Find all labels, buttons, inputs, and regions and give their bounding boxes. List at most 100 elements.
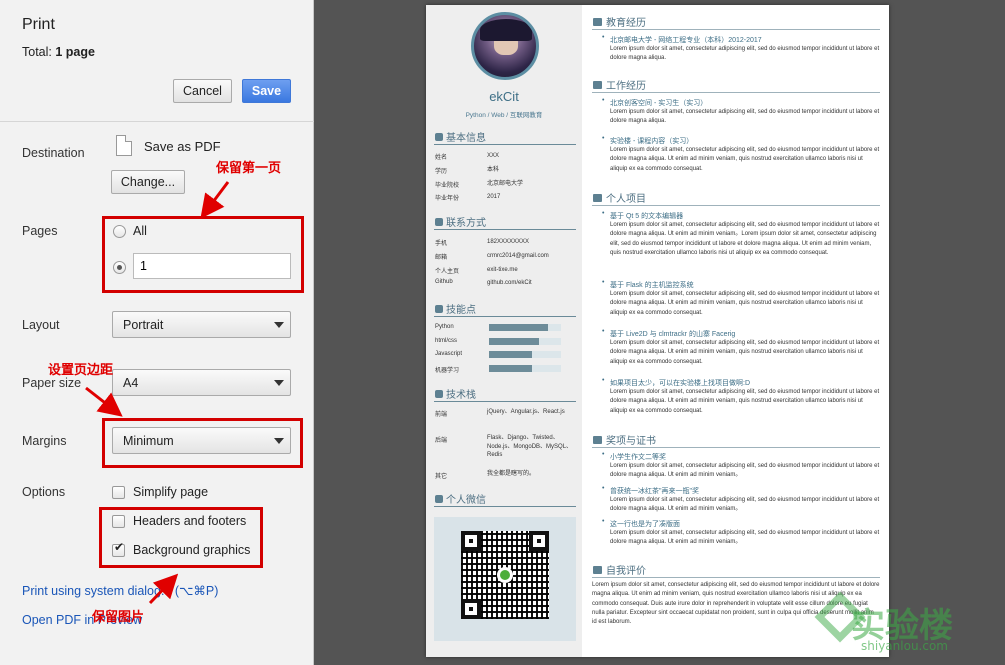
wrench-icon (435, 390, 443, 398)
pages-label: Pages (22, 224, 58, 238)
skill-bar-fill (489, 338, 540, 345)
qr-finder (529, 531, 549, 551)
simplify-page-checkbox[interactable] (112, 486, 125, 499)
tech-stack-heading: 技术栈 (435, 386, 476, 401)
arrow-to-pages (200, 181, 230, 219)
work-heading: 工作经历 (593, 77, 646, 92)
destination-label: Destination (22, 146, 85, 160)
project-item: 基于 Live2D 与 clmtrackr 的山寨 Facerig (602, 328, 735, 339)
stack-value: 我全都是瞎写的。 (487, 471, 536, 477)
resume-subtitle: Python / Web / 互联网教育 (465, 112, 543, 119)
wechat-logo-icon (497, 567, 513, 583)
contact-heading: 联系方式 (435, 214, 486, 229)
section-divider (592, 92, 880, 93)
info-key: 学历 (435, 169, 448, 175)
system-dialog-link[interactable]: Print using system dialog... (⌥⌘P) (22, 583, 218, 598)
section-divider (592, 29, 880, 30)
section-divider (434, 401, 576, 402)
annotation-keep-first-page: 保留第一页 (216, 161, 282, 176)
stack-value: jQuery、Angular.js、React.js (487, 409, 565, 415)
skill-name: Python (435, 324, 454, 330)
info-value: 本科 (487, 167, 500, 173)
contact-value: 182XXXXXXXX (487, 239, 530, 245)
skill-name: 机器学习 (435, 368, 460, 374)
print-dialog-panel: Print Total: 1 page Cancel Save Destinat… (0, 0, 314, 665)
options-highlight-box (99, 507, 263, 568)
award-item: 这一行也是为了凑版面 (602, 518, 680, 529)
wechat-heading: 个人微信 (435, 491, 486, 506)
annotation-keep-images: 保留图片 (92, 610, 145, 625)
chat-icon (435, 495, 443, 503)
person-icon (593, 566, 602, 574)
save-button[interactable]: Save (242, 79, 291, 103)
info-key: 姓名 (435, 155, 448, 161)
work-item: 实验楼 - 课程内容（实习） (602, 135, 693, 146)
info-key: 毕业院校 (435, 183, 460, 189)
trophy-icon (593, 436, 602, 444)
section-divider (434, 144, 576, 145)
basic-info-heading: 基本信息 (435, 129, 486, 144)
skill-bar (489, 338, 561, 345)
clipboard-icon (593, 194, 602, 202)
watermark-logo-icon (818, 595, 852, 635)
total-pages: Total: 1 page (22, 45, 95, 59)
skill-bar-fill (489, 365, 533, 372)
section-divider (434, 229, 576, 230)
section-divider (434, 316, 576, 317)
dialog-title: Print (22, 16, 55, 33)
phone-icon (435, 218, 443, 226)
chevron-down-icon (274, 380, 284, 386)
pages-highlight-box (102, 216, 304, 293)
destination-value: Save as PDF (144, 139, 221, 154)
contact-key: 手机 (435, 241, 448, 247)
wechat-qr-code (461, 531, 549, 619)
section-divider (434, 506, 576, 507)
cancel-button[interactable]: Cancel (173, 79, 232, 103)
award-item: 小学生作文二等奖 (602, 451, 666, 462)
layout-value: Portrait (123, 318, 164, 332)
contact-value: exit-tixe.me (487, 267, 518, 273)
skill-name: html/css (435, 338, 458, 344)
contact-key: 邮箱 (435, 255, 448, 261)
change-destination-button[interactable]: Change... (111, 170, 185, 194)
star-icon (435, 305, 443, 313)
annotation-set-margins: 设置页边距 (48, 363, 114, 378)
paper-size-select[interactable]: A4 (112, 369, 291, 396)
awards-heading: 奖项与证书 (593, 432, 656, 447)
work-item: 北京创客空间 - 实习生（实习） (602, 97, 707, 108)
section-divider (592, 205, 880, 206)
award-text: Lorem ipsum dolor sit amet, consectetur … (610, 463, 880, 479)
stack-key: 其它 (435, 474, 448, 480)
user-icon (435, 133, 443, 141)
avatar (471, 12, 539, 80)
stack-key: 后端 (435, 438, 448, 444)
wechat-qr-container (434, 517, 576, 641)
header-divider (0, 121, 314, 122)
briefcase-icon (593, 81, 602, 89)
layout-select[interactable]: Portrait (112, 311, 291, 338)
education-text: Lorem ipsum dolor sit amet, consectetur … (610, 46, 880, 62)
project-item: 基于 Flask 的主机监控系统 (602, 279, 694, 290)
watermark-url: shiyanlou.com (861, 639, 948, 653)
layout-label: Layout (22, 318, 60, 332)
section-divider (592, 447, 880, 448)
resume-name: ekCit (489, 89, 519, 104)
project-text: Lorem ipsum dolor sit amet, consectetur … (610, 340, 880, 365)
total-value: 1 page (55, 45, 95, 59)
info-key: 毕业年份 (435, 196, 460, 202)
award-text: Lorem ipsum dolor sit amet, consectetur … (610, 530, 880, 546)
education-heading: 教育经历 (593, 14, 646, 29)
total-label: Total: (22, 45, 52, 59)
info-value: 2017 (487, 194, 501, 200)
project-text: Lorem ipsum dolor sit amet, consectetur … (610, 389, 880, 414)
paper-size-label: Paper size (22, 376, 82, 390)
pdf-file-icon (116, 135, 132, 156)
contact-key: 个人主页 (435, 269, 460, 275)
stack-value: Flask、Django、Twisted、Node.js、MongoDB、MyS… (487, 435, 573, 459)
skill-bar-fill (489, 324, 549, 331)
print-preview-area[interactable]: ekCit Python / Web / 互联网教育 基本信息 姓名 XXX 学历… (314, 0, 1005, 665)
contact-value: github.com/ekCit (487, 280, 532, 286)
award-item: 曾获统一冰红茶"再来一瓶"奖 (602, 485, 699, 496)
project-text: Lorem ipsum dolor sit amet, consectetur … (610, 222, 880, 256)
qr-finder (461, 531, 481, 551)
